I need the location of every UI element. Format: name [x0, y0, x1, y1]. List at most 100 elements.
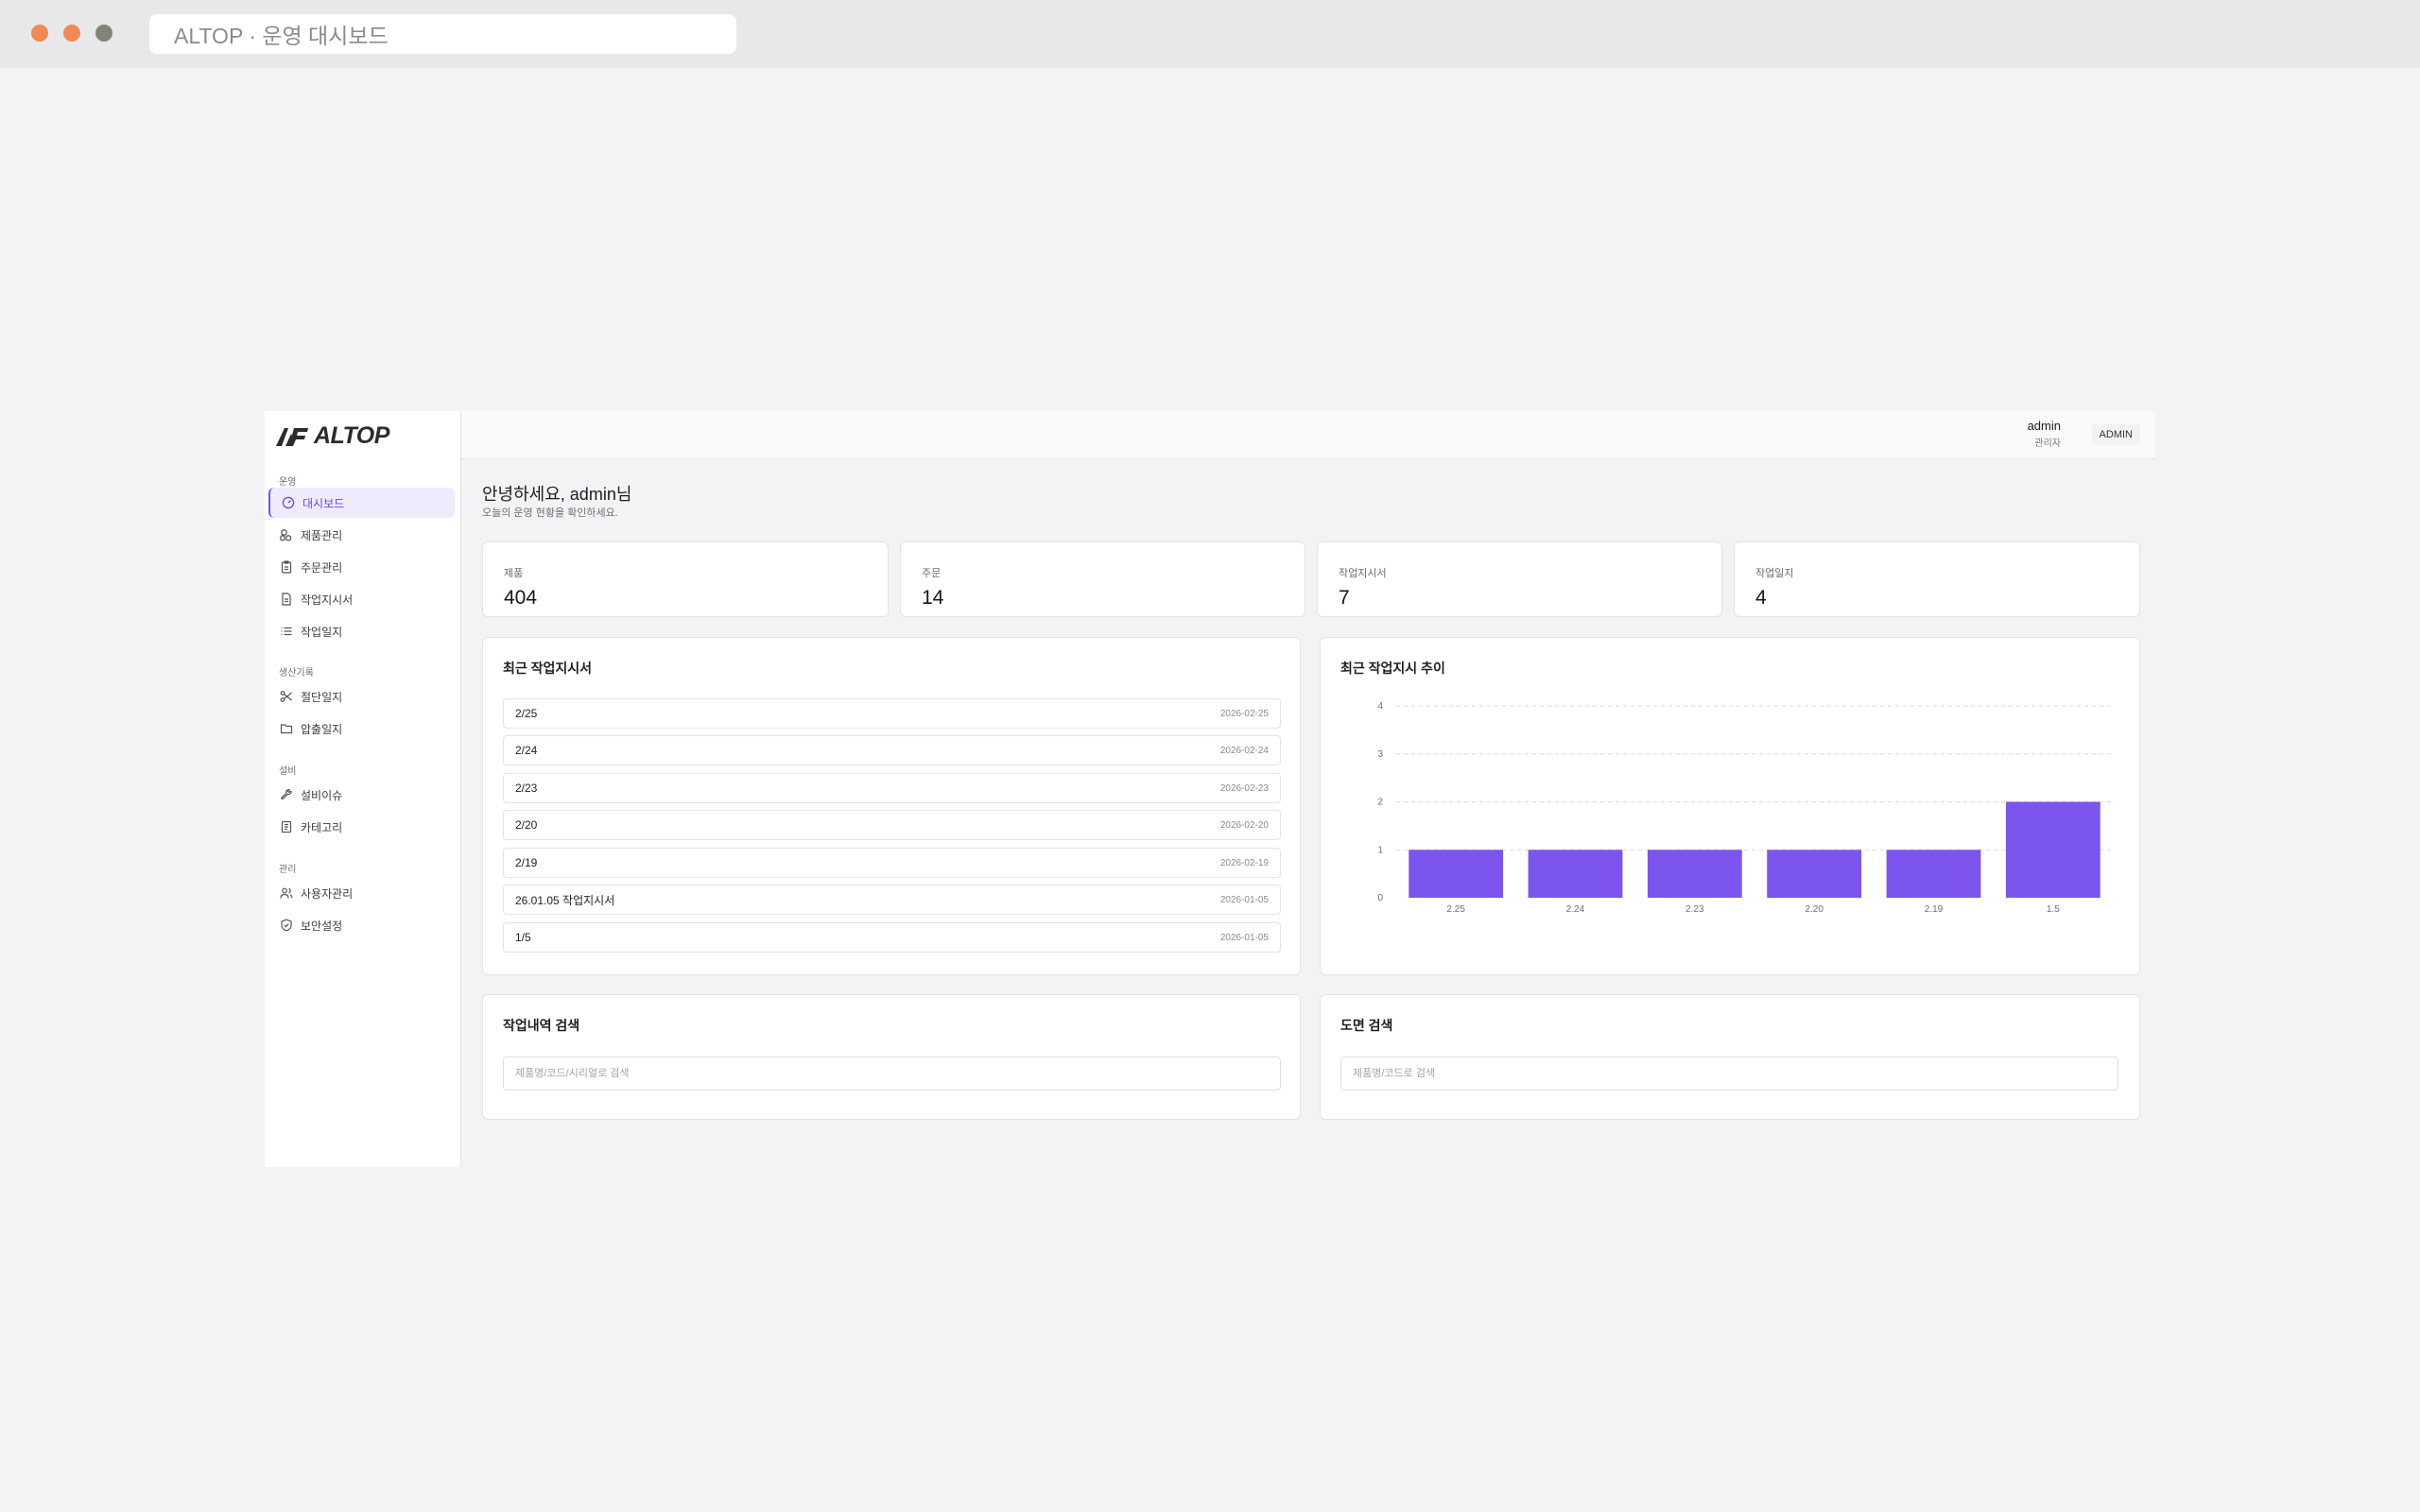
row-date: 2026-02-24 — [1219, 745, 1269, 756]
user-role: 관리자 — [2034, 438, 2061, 449]
stat-label: 작업일지 — [1755, 568, 1794, 579]
stat-value: 404 — [504, 587, 538, 609]
row-label: 26.01.05 작업지시서 — [515, 893, 615, 907]
y-tick-label: 3 — [1377, 749, 1383, 760]
row-date: 2026-02-20 — [1219, 819, 1269, 831]
stat-card-products[interactable]: 제품 404 — [482, 541, 889, 617]
work-order-trend-panel: 최근 작업지시 추이 0 1 2 3 4 2.25 2.24 2.23 2.20 2.19 1.5 — [1320, 637, 2140, 975]
list-item[interactable]: 2/19 2026-02-19 — [503, 848, 1281, 878]
sidebar-item-categories[interactable]: 카테고리 — [268, 812, 455, 842]
row-date: 2026-02-23 — [1219, 782, 1269, 794]
y-tick-label: 0 — [1377, 893, 1383, 903]
list-item[interactable]: 1/5 2026-01-05 — [503, 922, 1281, 953]
book-icon — [281, 820, 292, 833]
altop-mark-icon — [276, 427, 308, 446]
wrench-icon — [281, 788, 292, 800]
page-title: 안녕하세요, admin님 — [482, 485, 632, 504]
row-label: 1/5 — [515, 931, 531, 944]
browser-chrome: ALTOP · 운영 대시보드 — [0, 0, 2420, 68]
bar-2.25[interactable] — [1409, 850, 1504, 898]
bar-2.20[interactable] — [1767, 850, 1862, 898]
sidebar-item-label: 사용자관리 — [301, 886, 354, 901]
stat-card-orders[interactable]: 주문 14 — [900, 541, 1305, 617]
sidebar-item-extrusion-logs[interactable]: 압출일지 — [268, 713, 455, 744]
sidebar-item-label: 작업일지 — [301, 625, 343, 639]
sidebar-item-equipment-issues[interactable]: 설비이슈 — [268, 780, 455, 810]
row-date: 2026-01-05 — [1219, 894, 1269, 905]
sidebar-item-users[interactable]: 사용자관리 — [268, 878, 455, 908]
app-window: ALTOP 운영 대시보드 제품관리 주문관리 작업지시서 작업일지 생산기록 … — [265, 411, 2155, 1167]
sidebar-item-label: 대시보드 — [302, 496, 345, 510]
close-window-button[interactable] — [31, 25, 48, 42]
drawing-search-input[interactable] — [1340, 1057, 2118, 1091]
address-bar[interactable]: ALTOP · 운영 대시보드 — [149, 14, 736, 54]
page-title-text: ALTOP · 운영 대시보드 — [174, 24, 389, 48]
nav-section-production: 생산기록 — [279, 668, 314, 679]
x-tick-label: 1.5 — [2047, 904, 2060, 915]
y-tick-label: 1 — [1377, 845, 1383, 855]
list-item[interactable]: 2/24 2026-02-24 — [503, 735, 1281, 765]
nav-section-operation: 운영 — [279, 477, 297, 488]
sidebar-item-label: 제품관리 — [301, 528, 343, 542]
trend-bar-chart: 0 1 2 3 4 2.25 2.24 2.23 2.20 2.19 1.5 — [1377, 701, 2113, 915]
bar-2.24[interactable] — [1528, 850, 1623, 898]
role-badge: ADMIN — [2091, 424, 2140, 445]
clipboard-icon — [281, 560, 292, 574]
stat-value: 14 — [922, 587, 944, 609]
list-item[interactable]: 2/25 2026-02-25 — [503, 698, 1281, 729]
stat-card-work-logs[interactable]: 작업일지 4 — [1734, 541, 2140, 617]
row-date: 2026-02-25 — [1219, 708, 1269, 719]
sidebar-item-products[interactable]: 제품관리 — [268, 520, 455, 550]
list-item[interactable]: 2/20 2026-02-20 — [503, 810, 1281, 840]
folder-icon — [280, 724, 293, 734]
row-label: 2/23 — [515, 782, 538, 795]
x-tick-label: 2.20 — [1805, 904, 1824, 915]
top-bar: admin 관리자 ADMIN — [461, 411, 2155, 459]
gauge-icon — [282, 496, 295, 509]
brand-logo[interactable]: ALTOP — [274, 422, 389, 450]
user-menu[interactable]: admin 관리자 — [2028, 419, 2061, 449]
users-icon — [280, 887, 293, 899]
nav-section-admin: 관리 — [279, 865, 297, 875]
y-tick-label: 2 — [1377, 798, 1383, 808]
list-item[interactable]: 26.01.05 작업지시서 2026-01-05 — [503, 885, 1281, 915]
row-date: 2026-01-05 — [1219, 932, 1269, 943]
stat-card-work-orders[interactable]: 작업지시서 7 — [1317, 541, 1722, 617]
work-history-search-panel: 작업내역 검색 — [482, 994, 1301, 1120]
minimize-window-button[interactable] — [63, 25, 80, 42]
document-icon — [282, 593, 291, 606]
maximize-window-button[interactable] — [95, 25, 112, 42]
sidebar-item-label: 작업지시서 — [301, 593, 354, 607]
sidebar-item-label: 절단일지 — [301, 690, 343, 704]
sidebar-item-security[interactable]: 보안설정 — [268, 910, 455, 940]
page-subtitle: 오늘의 운영 현황을 확인하세요. — [482, 507, 618, 519]
sidebar-item-label: 카테고리 — [301, 820, 343, 834]
row-label: 2/25 — [515, 707, 538, 720]
sidebar-item-work-orders[interactable]: 작업지시서 — [268, 584, 455, 614]
sidebar-item-orders[interactable]: 주문관리 — [268, 552, 455, 582]
sidebar-item-label: 주문관리 — [301, 560, 343, 575]
bar-1.5[interactable] — [2005, 801, 2100, 899]
sidebar-item-cutting-logs[interactable]: 절단일지 — [268, 681, 455, 712]
nav-section-equipment: 설비 — [279, 766, 297, 777]
panel-title: 도면 검색 — [1340, 1018, 1393, 1033]
panel-title: 최근 작업지시서 — [503, 661, 593, 676]
row-label: 2/24 — [515, 744, 538, 757]
sidebar-item-work-logs[interactable]: 작업일지 — [268, 616, 455, 646]
bar-2.23[interactable] — [1647, 850, 1742, 898]
bar-2.19[interactable] — [1886, 850, 1981, 898]
stat-label: 제품 — [504, 568, 524, 579]
boxes-icon — [280, 528, 292, 541]
row-label: 2/20 — [515, 818, 538, 832]
work-history-search-input[interactable] — [503, 1057, 1281, 1091]
sidebar-item-label: 압출일지 — [301, 722, 343, 736]
panel-title: 작업내역 검색 — [503, 1018, 580, 1033]
sidebar-item-dashboard[interactable]: 대시보드 — [268, 488, 455, 518]
list-item[interactable]: 2/23 2026-02-23 — [503, 773, 1281, 803]
list-icon — [281, 627, 292, 636]
x-tick-label: 2.24 — [1566, 904, 1585, 915]
x-tick-label: 2.25 — [1446, 904, 1465, 915]
row-date: 2026-02-19 — [1219, 857, 1269, 868]
scissors-icon — [280, 691, 292, 702]
brand-name: ALTOP — [314, 422, 389, 449]
